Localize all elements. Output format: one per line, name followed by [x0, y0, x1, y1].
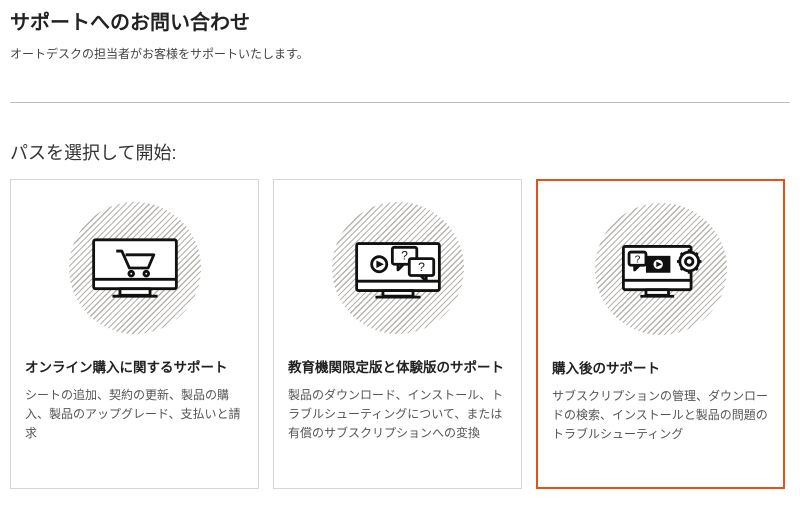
- divider: [10, 102, 790, 103]
- card-post-purchase[interactable]: ?: [536, 179, 785, 489]
- card-desc: 製品のダウンロード、インストール、トラブルシューティングについて、または有償のサ…: [288, 386, 507, 444]
- settings-help-monitor-icon: ?: [595, 203, 727, 335]
- card-title: 教育機関限定版と体験版のサポート: [288, 358, 504, 378]
- help-chat-monitor-icon: ? ?: [332, 202, 464, 334]
- shopping-cart-monitor-icon: [69, 202, 201, 334]
- card-icon-wrap: ? ?: [288, 202, 507, 334]
- section-heading: パスを選択して開始:: [10, 139, 790, 165]
- card-online-purchase[interactable]: オンライン購入に関するサポート シートの追加、契約の更新、製品の購入、製品のアッ…: [10, 179, 259, 489]
- card-title: オンライン購入に関するサポート: [25, 358, 228, 378]
- card-title: 購入後のサポート: [552, 359, 660, 379]
- page-title: サポートへのお問い合わせ: [10, 6, 790, 35]
- card-row: オンライン購入に関するサポート シートの追加、契約の更新、製品の購入、製品のアッ…: [10, 179, 790, 489]
- svg-text:?: ?: [634, 254, 640, 265]
- card-desc: サブスクリプションの管理、ダウンロードの検索、インストールと製品の問題のトラブル…: [552, 387, 769, 445]
- card-education-trial[interactable]: ? ? 教育機関限定版と体験版のサポート 製品のダウンロード、インストール、トラ…: [273, 179, 522, 489]
- svg-text:?: ?: [418, 260, 425, 274]
- page-subtitle: オートデスクの担当者がお客様をサポートいたします。: [10, 45, 790, 62]
- card-desc: シートの追加、契約の更新、製品の購入、製品のアップグレード、支払いと請求: [25, 386, 244, 444]
- svg-text:?: ?: [401, 249, 408, 263]
- card-icon-wrap: ?: [552, 203, 769, 335]
- card-icon-wrap: [25, 202, 244, 334]
